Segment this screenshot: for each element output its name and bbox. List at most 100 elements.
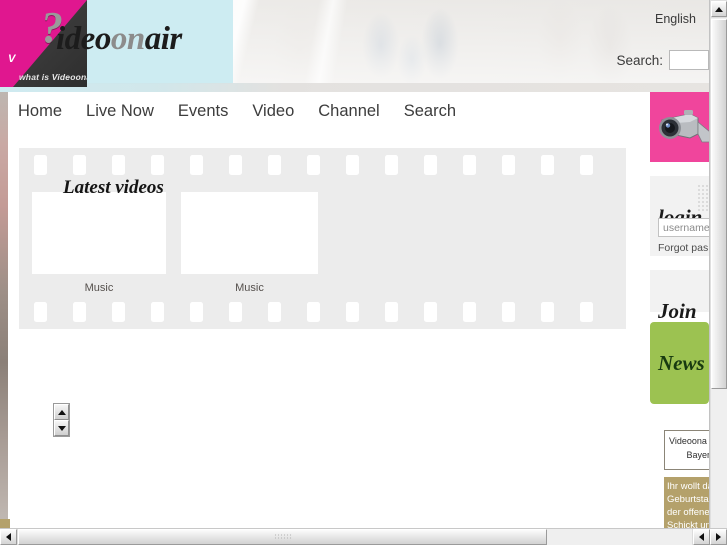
news-scroll-up-button[interactable] (54, 404, 69, 420)
search-input[interactable] (669, 50, 709, 70)
site-logo-wordmark[interactable]: ideoonair (56, 21, 182, 58)
triangle-up-icon (57, 409, 66, 415)
nav-item-video[interactable]: Video (252, 102, 294, 121)
sprocket-hole (307, 155, 320, 175)
left-photo-gutter (0, 92, 8, 528)
sprocket-hole (502, 155, 515, 175)
sprocket-hole (463, 302, 476, 322)
video-card[interactable]: Music (181, 192, 318, 294)
sprocket-hole (151, 155, 164, 175)
video-caption: Music (84, 282, 114, 294)
header-search: Search: (616, 50, 709, 70)
news-item-line2: Bayeri (686, 450, 709, 460)
video-card[interactable]: Music (32, 192, 166, 294)
sprocket-hole (190, 155, 203, 175)
vertical-scroll-thumb[interactable] (711, 19, 727, 389)
nav-item-home[interactable]: Home (18, 102, 62, 121)
sprocket-hole (307, 302, 320, 322)
sprocket-hole (463, 155, 476, 175)
sprocket-hole (73, 302, 86, 322)
video-thumbnail[interactable] (181, 192, 318, 274)
video-camera-icon (659, 110, 709, 143)
scroll-right-button[interactable] (710, 529, 727, 545)
news-inner-scrollbar[interactable] (53, 403, 70, 437)
logo-part-air: air (144, 21, 183, 57)
nav-item-live-now[interactable]: Live Now (86, 102, 154, 121)
horizontal-scrollbar[interactable] (0, 528, 727, 545)
sprocket-hole (229, 302, 242, 322)
sprocket-hole (424, 302, 437, 322)
sprocket-hole (385, 302, 398, 322)
bottom-left-corner-block (0, 519, 10, 528)
search-label: Search: (616, 52, 663, 68)
sprocket-hole (346, 302, 359, 322)
main-navigation: Home Live Now Events Video Channel Searc… (18, 92, 476, 130)
nav-item-events[interactable]: Events (178, 102, 228, 121)
video-list: Music Music (32, 192, 318, 294)
news-body-text: Ihr wollt da Geburtstag der offener Schi… (664, 477, 709, 528)
sprocket-hole (112, 302, 125, 322)
web-page: V ? what is Videoonair ideoonair English… (0, 0, 709, 528)
sprocket-hole (268, 302, 281, 322)
news-body-line: der offener (667, 507, 709, 518)
sprocket-hole (385, 155, 398, 175)
sprocket-hole (151, 302, 164, 322)
forgot-password-link[interactable]: Forgot pas (658, 242, 708, 254)
language-link[interactable]: English (655, 12, 696, 26)
sprocket-hole (112, 155, 125, 175)
vertical-scrollbar[interactable] (709, 0, 727, 528)
sprocket-hole (580, 302, 593, 322)
news-body-line: Ihr wollt da (667, 481, 709, 492)
sprocket-hole (580, 155, 593, 175)
sprocket-hole (424, 155, 437, 175)
video-thumbnail[interactable] (32, 192, 166, 274)
site-header: V ? what is Videoonair ideoonair English… (0, 0, 709, 92)
username-input[interactable] (658, 218, 709, 237)
scroll-left-button[interactable] (0, 529, 17, 545)
sprocket-hole (229, 155, 242, 175)
sprocket-row-top (19, 154, 626, 176)
sprocket-hole (34, 155, 47, 175)
video-caption: Music (235, 282, 264, 294)
triangle-left-icon (6, 533, 11, 541)
news-item-line1: Videoona (669, 436, 707, 446)
stitch-dots-decoration (697, 184, 709, 212)
triangle-right-icon (716, 533, 721, 541)
sprocket-hole (34, 302, 47, 322)
header-bottom-band (0, 83, 709, 92)
scroll-left-button-2[interactable] (693, 529, 710, 545)
triangle-left-icon (699, 533, 704, 541)
scroll-grip-icon (273, 533, 292, 541)
news-item-box[interactable]: Videoona Bayeri (664, 430, 709, 470)
sprocket-hole (268, 155, 281, 175)
news-body-line: Schickt uns (667, 520, 709, 528)
join-panel[interactable]: Join (650, 270, 709, 323)
sprocket-hole (502, 302, 515, 322)
news-heading: News (658, 351, 705, 375)
triangle-caption: what is Videoonair (19, 72, 87, 82)
scroll-up-button[interactable] (711, 1, 727, 17)
sprocket-hole (541, 155, 554, 175)
join-heading: Join (658, 299, 697, 323)
sprocket-row-bottom (19, 301, 626, 323)
right-sidebar: login Forgot pas Join News Videoona Baye… (650, 92, 709, 528)
triangle-down-icon (57, 425, 66, 431)
news-scroll-down-button[interactable] (54, 420, 69, 436)
browser-viewport: V ? what is Videoonair ideoonair English… (0, 0, 727, 545)
horizontal-scroll-track[interactable] (17, 529, 693, 545)
camera-promo-tile[interactable] (650, 92, 709, 162)
sprocket-hole (346, 155, 359, 175)
latest-videos-title: Latest videos (63, 176, 164, 198)
logo-part-on: on (110, 21, 145, 57)
news-body-line: Geburtstag (667, 494, 709, 505)
logo-part-video: ideo (56, 21, 111, 57)
news-panel: News (650, 322, 709, 404)
sprocket-hole (73, 155, 86, 175)
latest-videos-filmstrip: Latest videos Music Music (19, 148, 626, 329)
sprocket-hole (190, 302, 203, 322)
sprocket-hole (541, 302, 554, 322)
horizontal-scroll-thumb[interactable] (18, 529, 547, 545)
nav-item-search[interactable]: Search (404, 102, 456, 121)
nav-item-channel[interactable]: Channel (318, 102, 379, 121)
horizontal-scroll-button-pair (693, 529, 727, 545)
